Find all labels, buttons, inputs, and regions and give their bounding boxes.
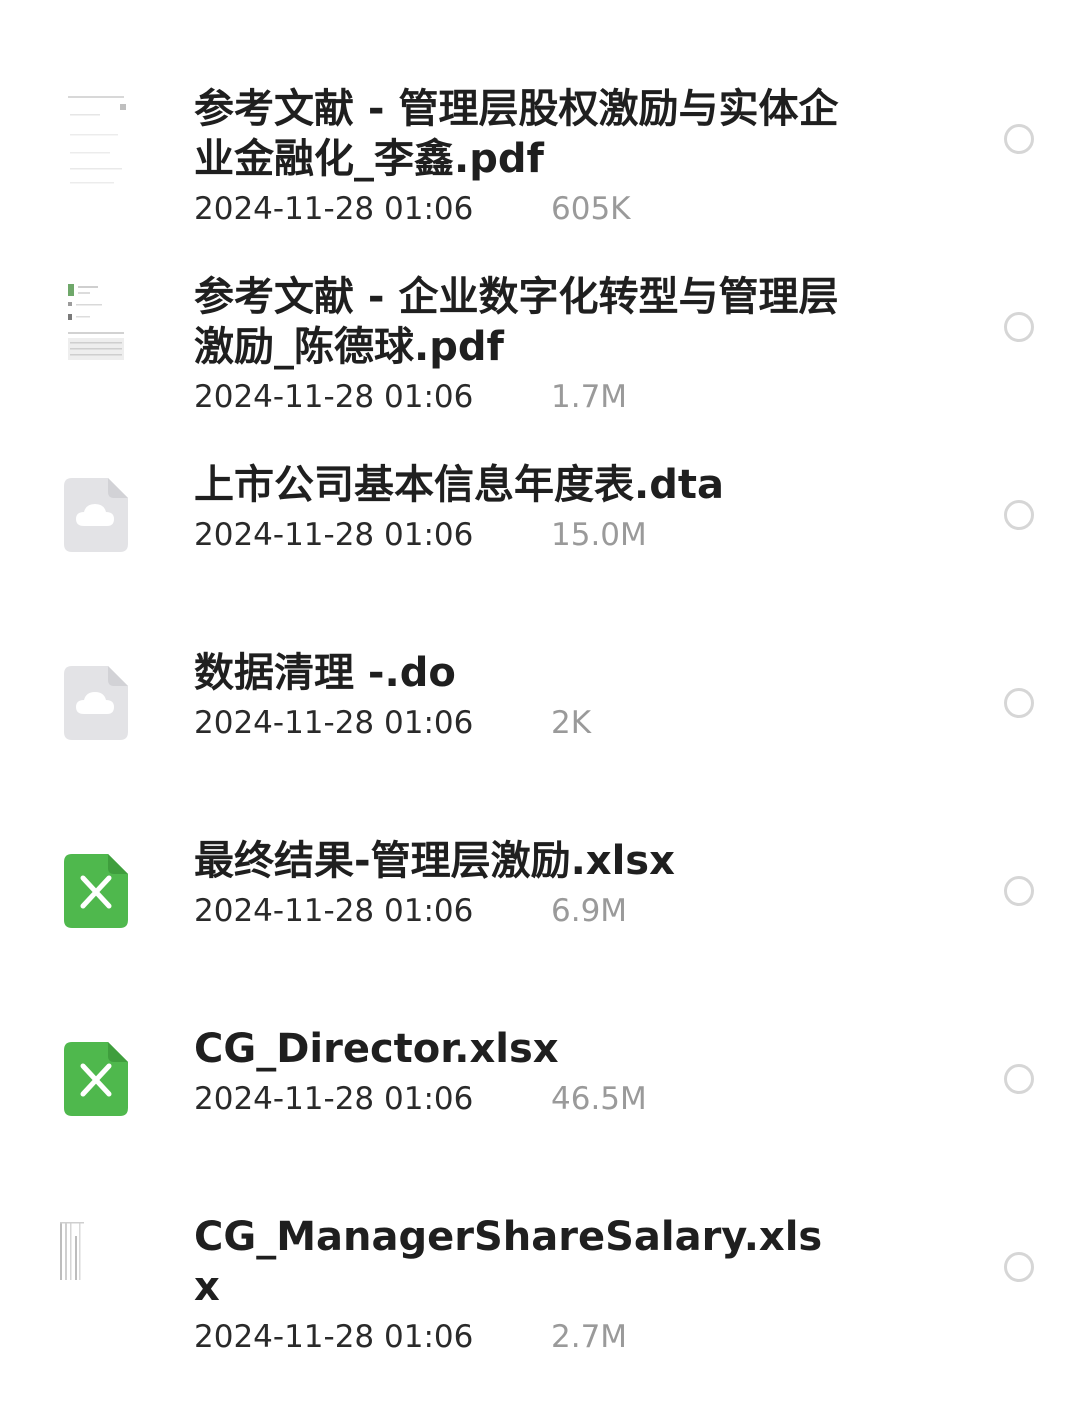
file-row[interactable]: 最终结果-管理层激励.xlsx 2024-11-28 01:06 6.9M: [0, 836, 1080, 936]
pdf-thumbnail-icon: [64, 90, 128, 190]
file-row[interactable]: 数据清理 -.do 2024-11-28 01:06 2K: [0, 648, 1080, 748]
excel-file-icon: [64, 1042, 128, 1116]
file-info: 上市公司基本信息年度表.dta 2024-11-28 01:06 15.0M: [194, 460, 844, 554]
file-row[interactable]: 上市公司基本信息年度表.dta 2024-11-28 01:06 15.0M: [0, 460, 1080, 560]
file-meta: 2024-11-28 01:06 605K: [194, 190, 844, 228]
file-name: 参考文献 - 企业数字化转型与管理层激励_陈德球.pdf: [194, 274, 839, 370]
file-row[interactable]: 参考文献 - 管理层股权激励与实体企业金融化_李鑫.pdf 2024-11-28…: [0, 84, 1080, 234]
select-radio[interactable]: [1004, 500, 1034, 530]
file-meta: 2024-11-28 01:06 2.7M: [194, 1318, 844, 1356]
excel-file-icon: [64, 854, 128, 928]
file-size: 1.7M: [551, 379, 628, 415]
file-meta: 2024-11-28 01:06 1.7M: [194, 378, 844, 416]
file-meta: 2024-11-28 01:06 6.9M: [194, 892, 844, 930]
file-info: 参考文献 - 企业数字化转型与管理层激励_陈德球.pdf 2024-11-28 …: [194, 272, 844, 416]
cloud-file-icon: [64, 478, 128, 552]
file-size: 46.5M: [551, 1081, 647, 1117]
file-size: 6.9M: [551, 893, 628, 929]
file-date: 2024-11-28 01:06: [194, 191, 474, 227]
file-date: 2024-11-28 01:06: [194, 1319, 474, 1355]
file-name: 数据清理 -.do: [194, 650, 456, 696]
file-date: 2024-11-28 01:06: [194, 705, 474, 741]
file-size: 15.0M: [551, 517, 647, 553]
select-radio[interactable]: [1004, 876, 1034, 906]
file-row[interactable]: 参考文献 - 企业数字化转型与管理层激励_陈德球.pdf 2024-11-28 …: [0, 272, 1080, 422]
file-info: CG_Director.xlsx 2024-11-28 01:06 46.5M: [194, 1024, 844, 1118]
file-date: 2024-11-28 01:06: [194, 379, 474, 415]
file-meta: 2024-11-28 01:06 46.5M: [194, 1080, 844, 1118]
file-date: 2024-11-28 01:06: [194, 517, 474, 553]
file-size: 605K: [551, 191, 631, 227]
file-info: 参考文献 - 管理层股权激励与实体企业金融化_李鑫.pdf 2024-11-28…: [194, 84, 844, 228]
file-date: 2024-11-28 01:06: [194, 893, 474, 929]
file-name: CG_Director.xlsx: [194, 1026, 559, 1072]
file-info: 数据清理 -.do 2024-11-28 01:06 2K: [194, 648, 844, 742]
file-name: 最终结果-管理层激励.xlsx: [194, 838, 675, 884]
file-name: CG_ManagerShareSalary.xlsx: [194, 1214, 823, 1310]
file-size: 2.7M: [551, 1319, 628, 1355]
file-info: CG_ManagerShareSalary.xlsx 2024-11-28 01…: [194, 1212, 844, 1356]
file-row[interactable]: CG_ManagerShareSalary.xlsx 2024-11-28 01…: [0, 1212, 1080, 1355]
spreadsheet-thumbnail-icon: [58, 1218, 122, 1292]
file-name: 上市公司基本信息年度表.dta: [194, 462, 724, 508]
select-radio[interactable]: [1004, 312, 1034, 342]
select-radio[interactable]: [1004, 124, 1034, 154]
select-radio[interactable]: [1004, 1064, 1034, 1094]
select-radio[interactable]: [1004, 1252, 1034, 1282]
file-size: 2K: [551, 705, 592, 741]
file-list: 参考文献 - 管理层股权激励与实体企业金融化_李鑫.pdf 2024-11-28…: [0, 0, 1080, 1404]
pdf-thumbnail-icon: [64, 278, 128, 374]
file-meta: 2024-11-28 01:06 2K: [194, 704, 844, 742]
file-date: 2024-11-28 01:06: [194, 1081, 474, 1117]
cloud-file-icon: [64, 666, 128, 740]
file-row[interactable]: CG_Director.xlsx 2024-11-28 01:06 46.5M: [0, 1024, 1080, 1124]
select-radio[interactable]: [1004, 688, 1034, 718]
file-meta: 2024-11-28 01:06 15.0M: [194, 516, 844, 554]
file-name: 参考文献 - 管理层股权激励与实体企业金融化_李鑫.pdf: [194, 86, 839, 182]
file-info: 最终结果-管理层激励.xlsx 2024-11-28 01:06 6.9M: [194, 836, 844, 930]
